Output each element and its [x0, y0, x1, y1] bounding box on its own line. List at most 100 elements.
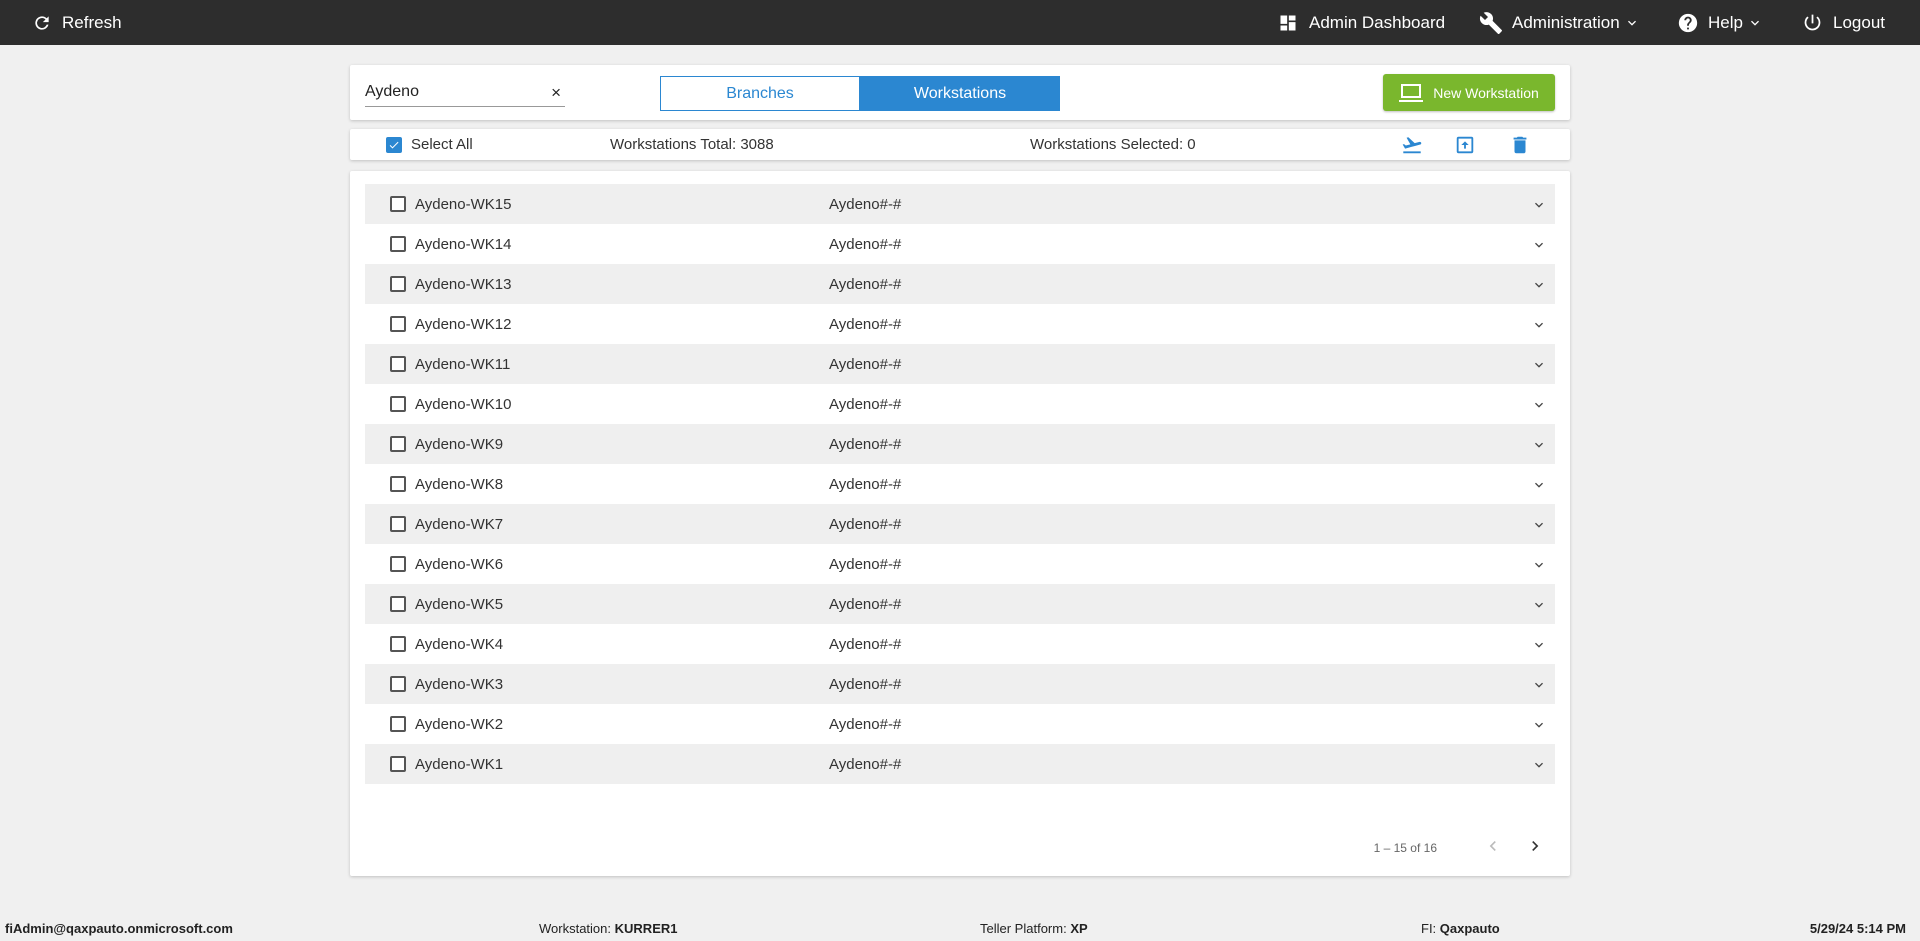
- dashboard-grid-icon: [1280, 15, 1296, 30]
- row-checkbox[interactable]: [390, 596, 406, 612]
- table-row[interactable]: Aydeno-WK3 Aydeno#-#: [365, 664, 1555, 704]
- footer-workstation-value: KURRER1: [614, 921, 678, 936]
- workstation-branch: Aydeno#-#: [829, 676, 902, 693]
- expand-chevron-icon[interactable]: [1531, 517, 1547, 537]
- footer-fi: FI: Qaxpauto: [1421, 921, 1500, 936]
- row-checkbox[interactable]: [390, 396, 406, 412]
- footer-fi-value: Qaxpauto: [1439, 921, 1500, 936]
- workstation-name: Aydeno-WK10: [415, 396, 512, 413]
- logout-button[interactable]: Logout: [1802, 0, 1885, 45]
- select-all-checkbox[interactable]: Select All: [386, 136, 473, 153]
- row-checkbox[interactable]: [390, 236, 406, 252]
- row-checkbox[interactable]: [390, 676, 406, 692]
- expand-chevron-icon[interactable]: [1531, 557, 1547, 577]
- chevron-left-icon: [1489, 841, 1496, 851]
- help-circle-icon: [1678, 13, 1698, 32]
- expand-chevron-icon[interactable]: [1531, 317, 1547, 337]
- logout-label: Logout: [1833, 12, 1885, 32]
- table-row[interactable]: Aydeno-WK7 Aydeno#-#: [365, 504, 1555, 544]
- tab-branches[interactable]: Branches: [660, 76, 860, 111]
- workstation-name: Aydeno-WK14: [415, 236, 512, 253]
- power-icon: [1804, 14, 1821, 31]
- expand-chevron-icon[interactable]: [1531, 197, 1547, 217]
- workstation-name: Aydeno-WK15: [415, 196, 512, 213]
- airplane-takeoff-icon[interactable]: [1400, 134, 1424, 160]
- new-workstation-button[interactable]: New Workstation: [1383, 74, 1555, 111]
- workstation-branch: Aydeno#-#: [829, 276, 902, 293]
- table-row[interactable]: Aydeno-WK15 Aydeno#-#: [365, 184, 1555, 224]
- clear-search-icon[interactable]: ×: [551, 83, 561, 103]
- refresh-icon: [35, 15, 49, 30]
- wrench-icon: [1479, 11, 1502, 34]
- search-header-card: × Branches Workstations New Workstation: [350, 65, 1570, 120]
- workstation-branch: Aydeno#-#: [829, 516, 902, 533]
- table-row[interactable]: Aydeno-WK11 Aydeno#-#: [365, 344, 1555, 384]
- new-workstation-label: New Workstation: [1433, 84, 1539, 101]
- footer-datetime: 5/29/24 5:14 PM: [1809, 921, 1906, 936]
- tab-workstations[interactable]: Workstations: [860, 76, 1060, 111]
- table-row[interactable]: Aydeno-WK1 Aydeno#-#: [365, 744, 1555, 784]
- expand-chevron-icon[interactable]: [1531, 637, 1547, 657]
- help-label: Help: [1708, 12, 1743, 32]
- row-checkbox[interactable]: [390, 556, 406, 572]
- row-checkbox[interactable]: [390, 356, 406, 372]
- expand-chevron-icon[interactable]: [1531, 757, 1547, 777]
- checkbox-checked-icon: [386, 136, 402, 153]
- row-checkbox[interactable]: [390, 756, 406, 772]
- workstation-branch: Aydeno#-#: [829, 436, 902, 453]
- table-row[interactable]: Aydeno-WK13 Aydeno#-#: [365, 264, 1555, 304]
- expand-chevron-icon[interactable]: [1531, 237, 1547, 257]
- table-row[interactable]: Aydeno-WK12 Aydeno#-#: [365, 304, 1555, 344]
- workstation-branch: Aydeno#-#: [829, 396, 902, 413]
- table-row[interactable]: Aydeno-WK10 Aydeno#-#: [365, 384, 1555, 424]
- footer-workstation-label: Workstation:: [539, 921, 612, 936]
- table-row[interactable]: Aydeno-WK4 Aydeno#-#: [365, 624, 1555, 664]
- row-checkbox[interactable]: [390, 636, 406, 652]
- expand-chevron-icon[interactable]: [1531, 677, 1547, 697]
- refresh-button[interactable]: Refresh: [32, 0, 122, 45]
- expand-chevron-icon[interactable]: [1531, 597, 1547, 617]
- select-all-label: Select All: [411, 136, 473, 153]
- workstation-branch: Aydeno#-#: [829, 476, 902, 493]
- workstation-branch: Aydeno#-#: [829, 316, 902, 333]
- row-checkbox[interactable]: [390, 276, 406, 292]
- page-range-label: 1 – 15 of 16: [1373, 840, 1437, 855]
- admin-dashboard-label: Admin Dashboard: [1309, 12, 1446, 32]
- next-page-button[interactable]: [1525, 836, 1545, 859]
- table-row[interactable]: Aydeno-WK5 Aydeno#-#: [365, 584, 1555, 624]
- expand-chevron-icon[interactable]: [1531, 437, 1547, 457]
- table-row[interactable]: Aydeno-WK8 Aydeno#-#: [365, 464, 1555, 504]
- workstations-total: Workstations Total: 3088: [610, 136, 774, 153]
- expand-chevron-icon[interactable]: [1531, 477, 1547, 497]
- row-checkbox[interactable]: [390, 476, 406, 492]
- row-checkbox[interactable]: [390, 516, 406, 532]
- table-row[interactable]: Aydeno-WK14 Aydeno#-#: [365, 224, 1555, 264]
- administration-menu[interactable]: Administration: [1479, 0, 1640, 45]
- row-checkbox[interactable]: [390, 316, 406, 332]
- footer-teller-platform-value: XP: [1070, 921, 1088, 936]
- help-menu[interactable]: Help: [1677, 0, 1763, 45]
- admin-dashboard-link[interactable]: Admin Dashboard: [1278, 0, 1445, 45]
- expand-chevron-icon[interactable]: [1531, 717, 1547, 737]
- workstation-branch: Aydeno#-#: [829, 236, 902, 253]
- expand-chevron-icon[interactable]: [1531, 397, 1547, 417]
- trash-icon[interactable]: [1509, 134, 1531, 160]
- row-checkbox[interactable]: [390, 196, 406, 212]
- expand-chevron-icon[interactable]: [1531, 277, 1547, 297]
- workstation-branch: Aydeno#-#: [829, 636, 902, 653]
- workstation-name: Aydeno-WK13: [415, 276, 512, 293]
- row-checkbox[interactable]: [390, 436, 406, 452]
- table-row[interactable]: Aydeno-WK9 Aydeno#-#: [365, 424, 1555, 464]
- table-row[interactable]: Aydeno-WK2 Aydeno#-#: [365, 704, 1555, 744]
- expand-chevron-icon[interactable]: [1531, 357, 1547, 377]
- upload-box-icon[interactable]: [1453, 134, 1477, 160]
- workstation-branch: Aydeno#-#: [829, 716, 902, 733]
- search-input[interactable]: [365, 79, 535, 105]
- previous-page-button[interactable]: [1483, 836, 1503, 859]
- row-checkbox[interactable]: [390, 716, 406, 732]
- workstation-name: Aydeno-WK5: [415, 596, 504, 613]
- table-row[interactable]: Aydeno-WK6 Aydeno#-#: [365, 544, 1555, 584]
- workstation-name: Aydeno-WK7: [415, 516, 504, 533]
- footer-user: fiAdmin@qaxpauto.onmicrosoft.com: [5, 921, 233, 936]
- status-footer: fiAdmin@qaxpauto.onmicrosoft.com Worksta…: [0, 914, 1920, 941]
